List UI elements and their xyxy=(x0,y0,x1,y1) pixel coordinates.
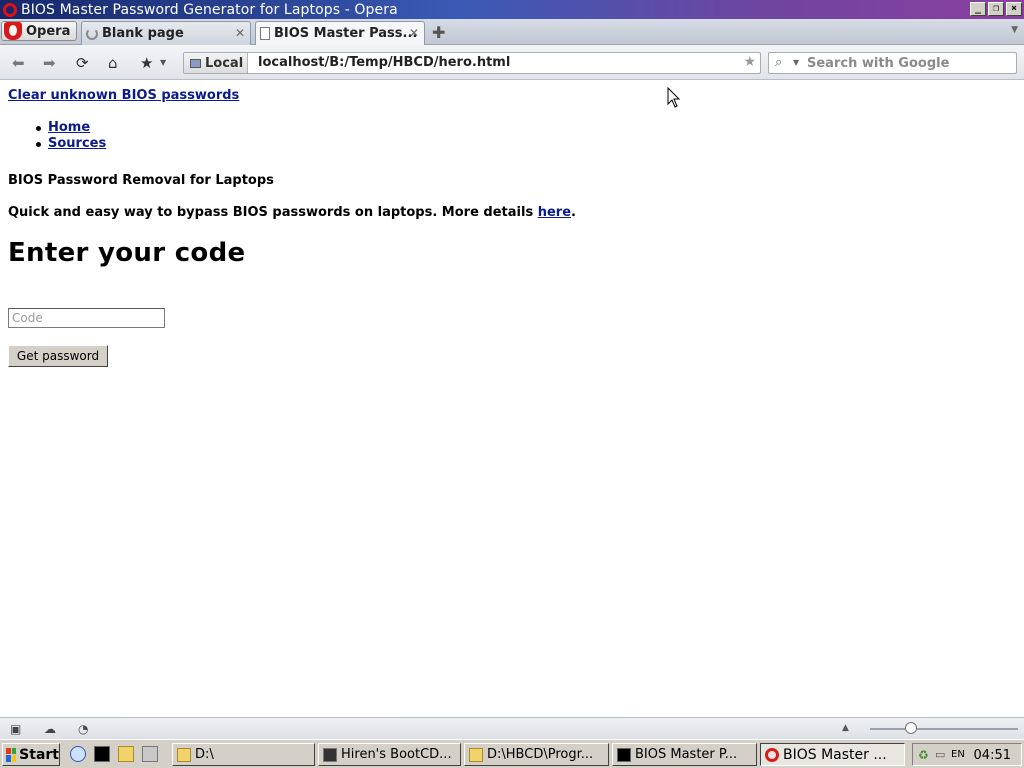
details-link[interactable]: here xyxy=(538,205,571,220)
taskbar-item-label: D:\ xyxy=(195,747,214,762)
drive-icon[interactable] xyxy=(142,746,158,762)
bookmarks-star-icon[interactable]: ★ xyxy=(140,54,153,72)
navigation-bar: ⬅ ➡ ⟳ ⌂ ★ ▼ Local localhost/B:/Temp/HBCD… xyxy=(0,45,1024,80)
tab-label: BIOS Master Pass... xyxy=(274,26,418,41)
bookmark-star-icon[interactable]: ★ xyxy=(743,54,756,70)
tab-bios-master[interactable]: BIOS Master Pass... ✕ xyxy=(255,21,425,45)
page-subtitle: BIOS Password Removal for Laptops xyxy=(8,173,274,188)
list-item: Home xyxy=(35,120,106,136)
turbo-icon[interactable]: ◔ xyxy=(78,722,88,736)
search-input[interactable] xyxy=(807,54,1012,72)
code-input[interactable] xyxy=(8,308,165,328)
taskbar-item-label: D:\HBCD\Progr... xyxy=(487,747,594,762)
taskbar-item-label: BIOS Master ... xyxy=(783,746,887,763)
internet-explorer-icon[interactable] xyxy=(70,746,86,762)
computer-icon xyxy=(190,58,201,68)
tab-label: Blank page xyxy=(102,26,184,41)
search-box[interactable]: ⌕ ▼ xyxy=(768,52,1017,74)
tab-list-chevron-icon[interactable]: ▼ xyxy=(1011,25,1018,35)
search-icon: ⌕ xyxy=(775,55,783,70)
page-heading: Enter your code xyxy=(8,238,246,268)
system-tray: ♻ ▭ EN 04:51 xyxy=(912,743,1022,766)
zoom-slider-handle[interactable] xyxy=(905,722,917,734)
local-label: Local xyxy=(205,55,244,71)
network-icon[interactable]: ▭ xyxy=(935,748,945,761)
local-badge[interactable]: Local xyxy=(184,53,248,73)
app-icon xyxy=(323,747,337,762)
back-icon[interactable]: ⬅ xyxy=(12,54,25,72)
start-label: Start xyxy=(19,746,59,763)
taskbar-item-label: BIOS Master P... xyxy=(635,747,738,762)
sources-link[interactable]: Sources xyxy=(48,136,106,151)
description-text: Quick and easy way to bypass BIOS passwo… xyxy=(8,205,538,220)
recycle-icon[interactable]: ♻ xyxy=(918,748,929,762)
minimize-button[interactable]: _ xyxy=(970,2,986,16)
opera-unite-icon[interactable]: ☁ xyxy=(44,722,56,736)
taskbar-item-hbcd-folder[interactable]: D:\HBCD\Progr... xyxy=(464,743,609,766)
taskbar-item-bios-console[interactable]: BIOS Master P... xyxy=(612,743,757,766)
windows-logo-icon xyxy=(6,747,17,762)
site-nav-list: Home Sources xyxy=(35,120,106,152)
search-engine-dropdown-icon[interactable]: ▼ xyxy=(793,58,799,67)
window-title-bar: BIOS Master Password Generator for Lapto… xyxy=(0,0,1024,19)
tab-bar: Opera Blank page ✕ BIOS Master Pass... ✕… xyxy=(0,19,1024,45)
url-text[interactable]: localhost/B:/Temp/HBCD/hero.html xyxy=(258,55,510,70)
close-button[interactable]: × xyxy=(1006,2,1022,16)
tab-blank-page[interactable]: Blank page ✕ xyxy=(81,21,251,45)
new-tab-icon[interactable]: ✚ xyxy=(432,23,445,42)
opera-logo-icon xyxy=(765,747,779,762)
opera-menu-button[interactable]: Opera xyxy=(1,21,77,41)
clock: 04:51 xyxy=(973,748,1011,763)
opera-logo-icon xyxy=(4,22,22,40)
page-content: Clear unknown BIOS passwords Home Source… xyxy=(0,80,1024,717)
restore-button[interactable]: ❐ xyxy=(988,2,1004,16)
taskbar: Start D:\ Hiren's BootCD... D:\HBCD\Prog… xyxy=(0,739,1024,768)
description-end: . xyxy=(571,205,576,220)
folder-icon[interactable] xyxy=(118,746,134,762)
page-description: Quick and easy way to bypass BIOS passwo… xyxy=(8,205,576,220)
home-link[interactable]: Home xyxy=(48,120,90,135)
window-title: BIOS Master Password Generator for Lapto… xyxy=(21,1,398,18)
reload-icon[interactable]: ⟳ xyxy=(76,54,89,72)
get-password-button[interactable]: Get password xyxy=(8,345,108,367)
taskbar-item-d-drive[interactable]: D:\ xyxy=(172,743,315,766)
opera-menu-label: Opera xyxy=(26,23,71,39)
chevron-down-icon[interactable]: ▼ xyxy=(160,58,166,67)
tab-close-icon[interactable]: ✕ xyxy=(409,26,419,40)
folder-icon xyxy=(469,747,483,762)
taskbar-item-hirens-bootcd[interactable]: Hiren's BootCD... xyxy=(318,743,461,766)
address-bar[interactable]: Local localhost/B:/Temp/HBCD/hero.html ★ xyxy=(183,52,761,74)
tab-close-icon[interactable]: ✕ xyxy=(235,26,245,40)
panel-toggle-icon[interactable]: ▣ xyxy=(10,722,21,736)
taskbar-item-bios-opera[interactable]: BIOS Master ... xyxy=(760,743,905,766)
zoom-slider[interactable] xyxy=(870,728,1018,730)
language-indicator[interactable]: EN xyxy=(951,749,965,760)
loading-spinner-icon xyxy=(86,27,98,40)
opera-logo-icon xyxy=(3,2,17,17)
command-prompt-icon xyxy=(617,747,631,762)
list-item: Sources xyxy=(35,136,106,152)
forward-icon[interactable]: ➡ xyxy=(43,54,56,72)
home-icon[interactable]: ⌂ xyxy=(108,54,118,72)
window-controls: _ ❐ × xyxy=(970,2,1022,16)
zoom-arrow-icon[interactable]: ▲ xyxy=(842,723,849,733)
folder-icon xyxy=(177,747,191,762)
site-title-link[interactable]: Clear unknown BIOS passwords xyxy=(8,88,239,103)
status-bar: ▣ ☁ ◔ ▲ xyxy=(0,717,1024,739)
taskbar-item-label: Hiren's BootCD... xyxy=(341,747,452,762)
command-prompt-icon[interactable] xyxy=(94,746,110,762)
start-button[interactable]: Start xyxy=(2,743,60,766)
page-icon xyxy=(260,27,270,40)
